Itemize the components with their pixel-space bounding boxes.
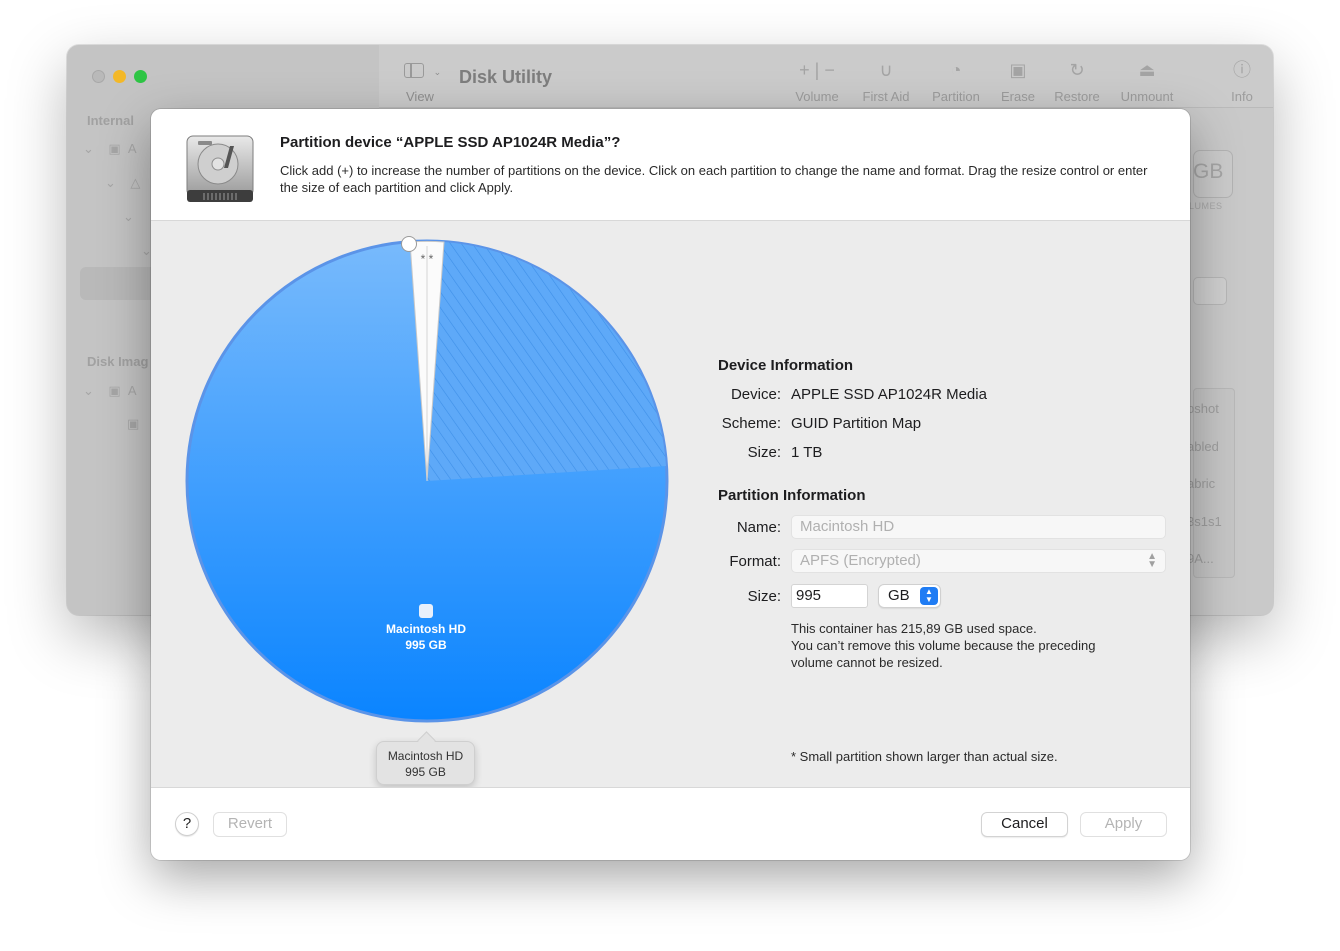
partition-pie[interactable]: * *: [181, 236, 681, 741]
format-select[interactable]: APFS (Encrypted) ▲ ▼: [791, 549, 1166, 573]
small-partition-footnote: * Small partition shown larger than actu…: [791, 749, 1058, 764]
pie-partition-label: Macintosh HD 995 GB: [356, 604, 496, 653]
stethoscope-icon: ∪: [879, 60, 893, 80]
restore-button[interactable]: ↻ Restore: [1042, 59, 1112, 104]
chevron-updown-icon: ▲ ▼: [1147, 551, 1157, 570]
cancel-button[interactable]: Cancel: [981, 812, 1068, 837]
info-label: Info: [1231, 89, 1253, 104]
name-field-placeholder: Macintosh HD: [800, 518, 895, 535]
partition-size-value: 995: [796, 587, 822, 604]
tooltip-size: 995 GB: [405, 765, 446, 779]
sidebar-item-label: A: [127, 383, 137, 398]
partition-pie-chart[interactable]: * *: [181, 236, 681, 736]
volume-button[interactable]: + | − Volume: [782, 59, 852, 104]
name-label: Name:: [736, 519, 781, 536]
plus-minus-icon: + | −: [799, 60, 835, 80]
detail-row: pshot: [1187, 401, 1219, 416]
partition-tooltip: Macintosh HD 995 GB: [376, 741, 475, 785]
detail-row: abled: [1187, 439, 1219, 454]
sidebar-item-container[interactable]: ⌄ △: [105, 175, 140, 191]
dialog-description: Click add (+) to increase the number of …: [280, 163, 1148, 195]
info-icon: ⓘ: [1233, 60, 1251, 80]
device-value: APPLE SSD AP1024R Media: [791, 386, 987, 403]
volumes-fragment: LUMES: [1189, 201, 1223, 211]
format-label: Format:: [729, 553, 781, 570]
partition-label: Partition: [932, 89, 980, 104]
device-size-value: 1 TB: [791, 444, 823, 461]
info-button[interactable]: ⓘ Info: [1207, 59, 1273, 104]
sidebar-item-image-volume[interactable]: ▣: [127, 416, 139, 432]
partition-size-input[interactable]: 995: [791, 584, 868, 608]
device-size-label: Size:: [747, 444, 781, 461]
restore-icon: ↻: [1069, 60, 1085, 80]
window-title: Disk Utility: [459, 67, 553, 87]
used-space-slice[interactable]: [427, 242, 666, 481]
size-unit-value: GB: [888, 587, 910, 604]
sidebar-item-image[interactable]: ⌄ ▣ A: [83, 383, 137, 399]
detail-row: abric: [1187, 476, 1216, 491]
zoom-window-button[interactable]: [134, 70, 147, 83]
close-window-button[interactable]: [92, 70, 105, 83]
eject-icon: ⏏: [1138, 60, 1156, 80]
size-unit-select[interactable]: GB ▲ ▼: [878, 584, 941, 608]
resize-handle[interactable]: [401, 236, 417, 252]
view-toggle[interactable]: ⌄ View: [404, 63, 442, 104]
detail-row: 3s1s1: [1187, 514, 1222, 529]
remove-volume-note: You can’t remove this volume because the…: [791, 638, 1096, 653]
pie-chart-icon: ◔: [950, 60, 962, 80]
device-label: Device:: [730, 386, 781, 403]
apply-button[interactable]: Apply: [1080, 812, 1167, 837]
dialog-title: Partition device “APPLE SSD AP1024R Medi…: [280, 134, 621, 151]
sidebar-item-disk[interactable]: ⌄ ▣ A: [83, 141, 137, 157]
partition-button[interactable]: ◔ Partition: [921, 59, 991, 104]
volume-label: Volume: [795, 89, 839, 104]
sheet-header: Partition device “APPLE SSD AP1024R Medi…: [151, 109, 1190, 221]
window-controls: [92, 70, 147, 83]
restore-label: Restore: [1054, 89, 1100, 104]
name-field[interactable]: Macintosh HD: [791, 515, 1166, 539]
partition-sheet: Partition device “APPLE SSD AP1024R Medi…: [151, 109, 1190, 860]
capacity-fragment: GB: [1193, 160, 1224, 183]
sidebar-icon: [404, 63, 424, 78]
partition-size-label: Size:: [747, 588, 781, 605]
device-info-heading: Device Information: [718, 357, 854, 374]
volume-icon: [419, 604, 433, 618]
internal-section-label: Internal: [87, 113, 134, 128]
chevron-updown-icon: ▲ ▼: [920, 587, 938, 605]
sidebar-item-volume-group[interactable]: ⌄: [123, 209, 134, 225]
view-label: View: [406, 89, 434, 104]
resize-note: volume cannot be resized.: [791, 655, 943, 670]
first-aid-label: First Aid: [862, 89, 910, 104]
partition-info-heading: Partition Information: [718, 487, 866, 504]
revert-button[interactable]: Revert: [213, 812, 287, 837]
tooltip-name: Macintosh HD: [387, 749, 464, 763]
detail-row: 9A...: [1187, 551, 1214, 566]
scheme-value: GUID Partition Map: [791, 415, 922, 432]
hard-drive-icon: [186, 135, 254, 202]
detail-field: [1193, 277, 1227, 305]
unmount-button[interactable]: ⏏ Unmount: [1112, 59, 1182, 104]
disk-images-section-label: Disk Imag: [87, 354, 149, 369]
used-space-note: This container has 215,89 GB used space.: [791, 621, 1037, 636]
help-button[interactable]: ?: [175, 812, 199, 836]
minimize-window-button[interactable]: [113, 70, 126, 83]
small-partition-marker: * *: [421, 252, 434, 266]
sidebar-item-label: A: [127, 141, 137, 156]
unmount-label: Unmount: [1120, 89, 1174, 104]
first-aid-button[interactable]: ∪ First Aid: [851, 59, 921, 104]
scheme-label: Scheme:: [721, 415, 781, 432]
pie-partition-name: Macintosh HD: [385, 622, 466, 636]
chevron-down-icon: ⌄: [433, 67, 442, 77]
pie-partition-size: 995 GB: [405, 638, 447, 652]
format-select-value: APFS (Encrypted): [800, 552, 921, 569]
